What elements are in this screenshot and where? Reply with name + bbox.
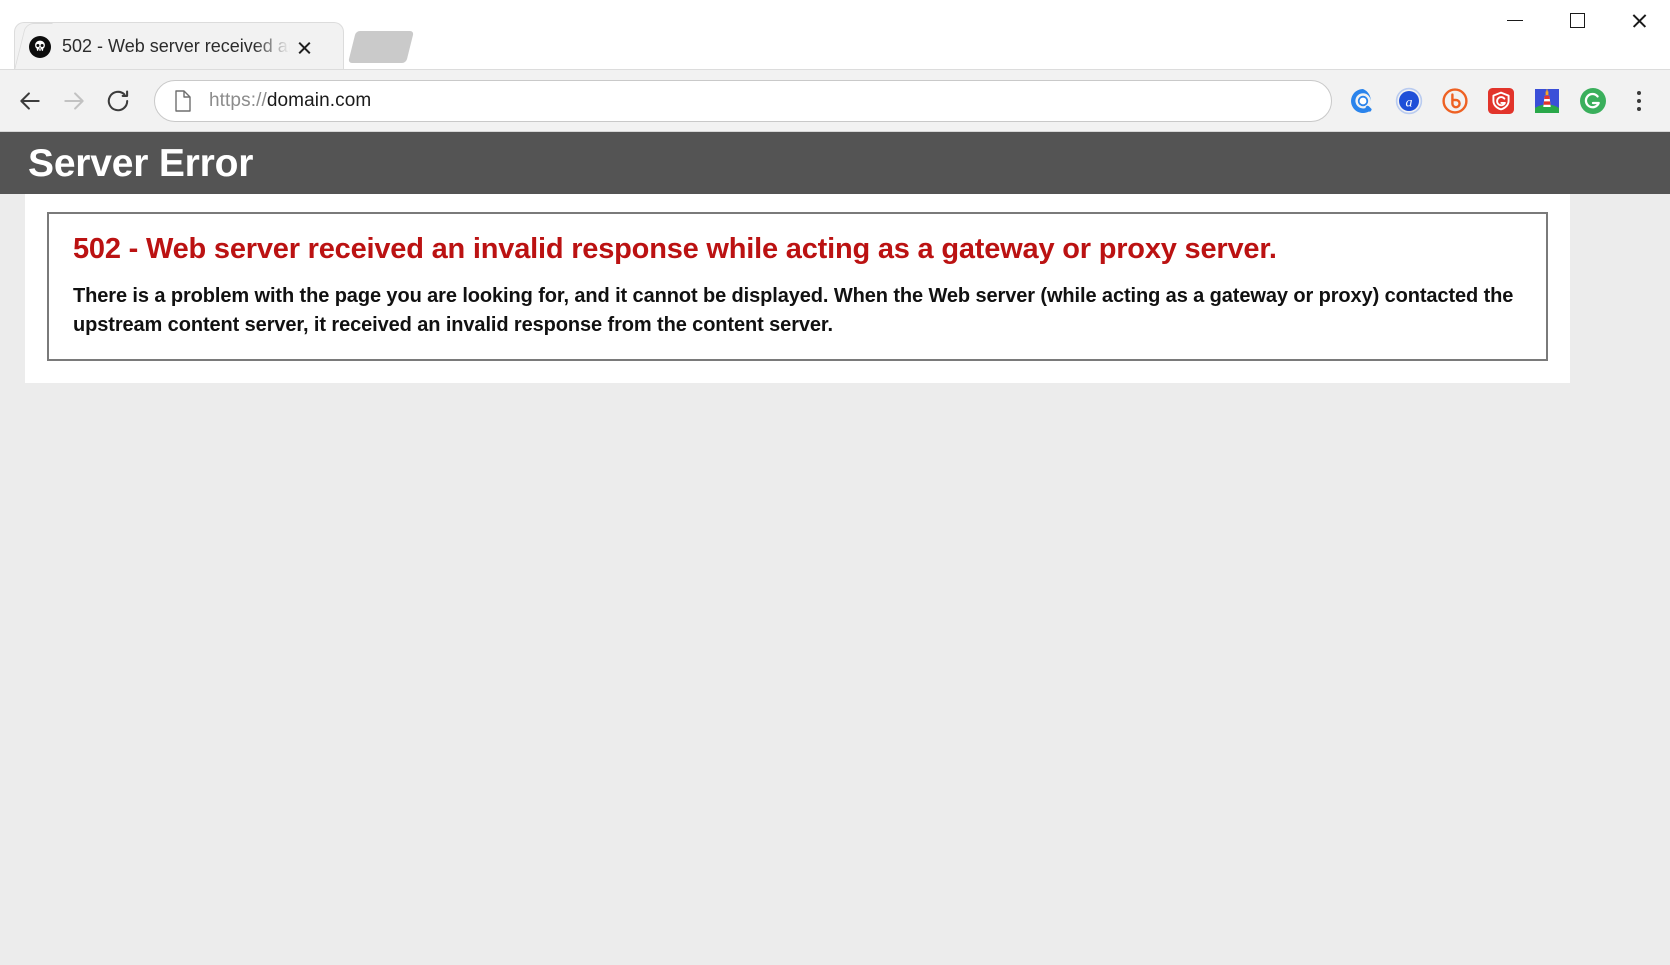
error-heading: 502 - Web server received an invalid res… (73, 233, 1277, 265)
menu-dot-icon (1637, 106, 1641, 111)
minimize-icon (1507, 19, 1523, 21)
extension-icon-row: a (1348, 86, 1608, 116)
document-icon (175, 89, 191, 112)
tab-title: 502 - Web server received an invalid res… (62, 36, 290, 56)
forward-button[interactable] (52, 79, 96, 123)
menu-dot-icon (1637, 90, 1641, 95)
error-body-text: There is a problem with the page you are… (73, 285, 1514, 336)
banner-title: Server Error (28, 141, 254, 185)
back-button[interactable] (8, 79, 52, 123)
address-bar-url: https://domain.com (209, 90, 371, 112)
browser-window: 502 - Web server received an invalid res… (0, 0, 1670, 965)
grammarly-green-extension-icon[interactable] (1578, 86, 1608, 116)
bitly-extension-icon[interactable] (1440, 86, 1470, 116)
window-controls (1484, 0, 1670, 40)
minimize-button[interactable] (1484, 0, 1546, 40)
reload-button[interactable] (96, 79, 140, 123)
svg-text:a: a (1406, 95, 1413, 110)
tabstrip-divider (0, 69, 1670, 70)
close-icon (1631, 12, 1648, 29)
magnifier-extension-icon[interactable] (1348, 86, 1378, 116)
close-tab-icon (297, 39, 312, 54)
arrow-left-icon (20, 91, 40, 110)
lighthouse-extension-icon[interactable] (1532, 86, 1562, 116)
new-tab-button[interactable] (348, 31, 414, 63)
browser-tab-active[interactable]: 502 - Web server received an invalid res… (14, 22, 344, 70)
tab-close-button[interactable] (290, 33, 318, 61)
tab-strip: 502 - Web server received an invalid res… (0, 0, 1670, 70)
maximize-icon (1569, 12, 1585, 28)
menu-dot-icon (1637, 98, 1641, 103)
chrome-menu-button[interactable] (1622, 81, 1656, 121)
error-content-card: 502 - Web server received an invalid res… (25, 194, 1570, 384)
skull-favicon-icon (29, 35, 51, 58)
server-error-banner: Server Error (0, 132, 1670, 194)
url-host: domain.com (266, 89, 372, 111)
close-window-button[interactable] (1608, 0, 1670, 40)
url-scheme: https:// (209, 89, 267, 111)
grammarly-extension-icon[interactable] (1486, 86, 1516, 116)
page-viewport: Server Error 502 - Web server received a… (0, 132, 1670, 965)
amazon-assistant-extension-icon[interactable]: a (1394, 86, 1424, 116)
maximize-button[interactable] (1546, 0, 1608, 40)
address-bar[interactable]: https://domain.com (154, 79, 1332, 122)
browser-toolbar: https://domain.com a (0, 70, 1670, 132)
reload-icon (107, 89, 129, 111)
error-message-box: 502 - Web server received an invalid res… (47, 212, 1548, 362)
arrow-right-icon (64, 91, 84, 110)
